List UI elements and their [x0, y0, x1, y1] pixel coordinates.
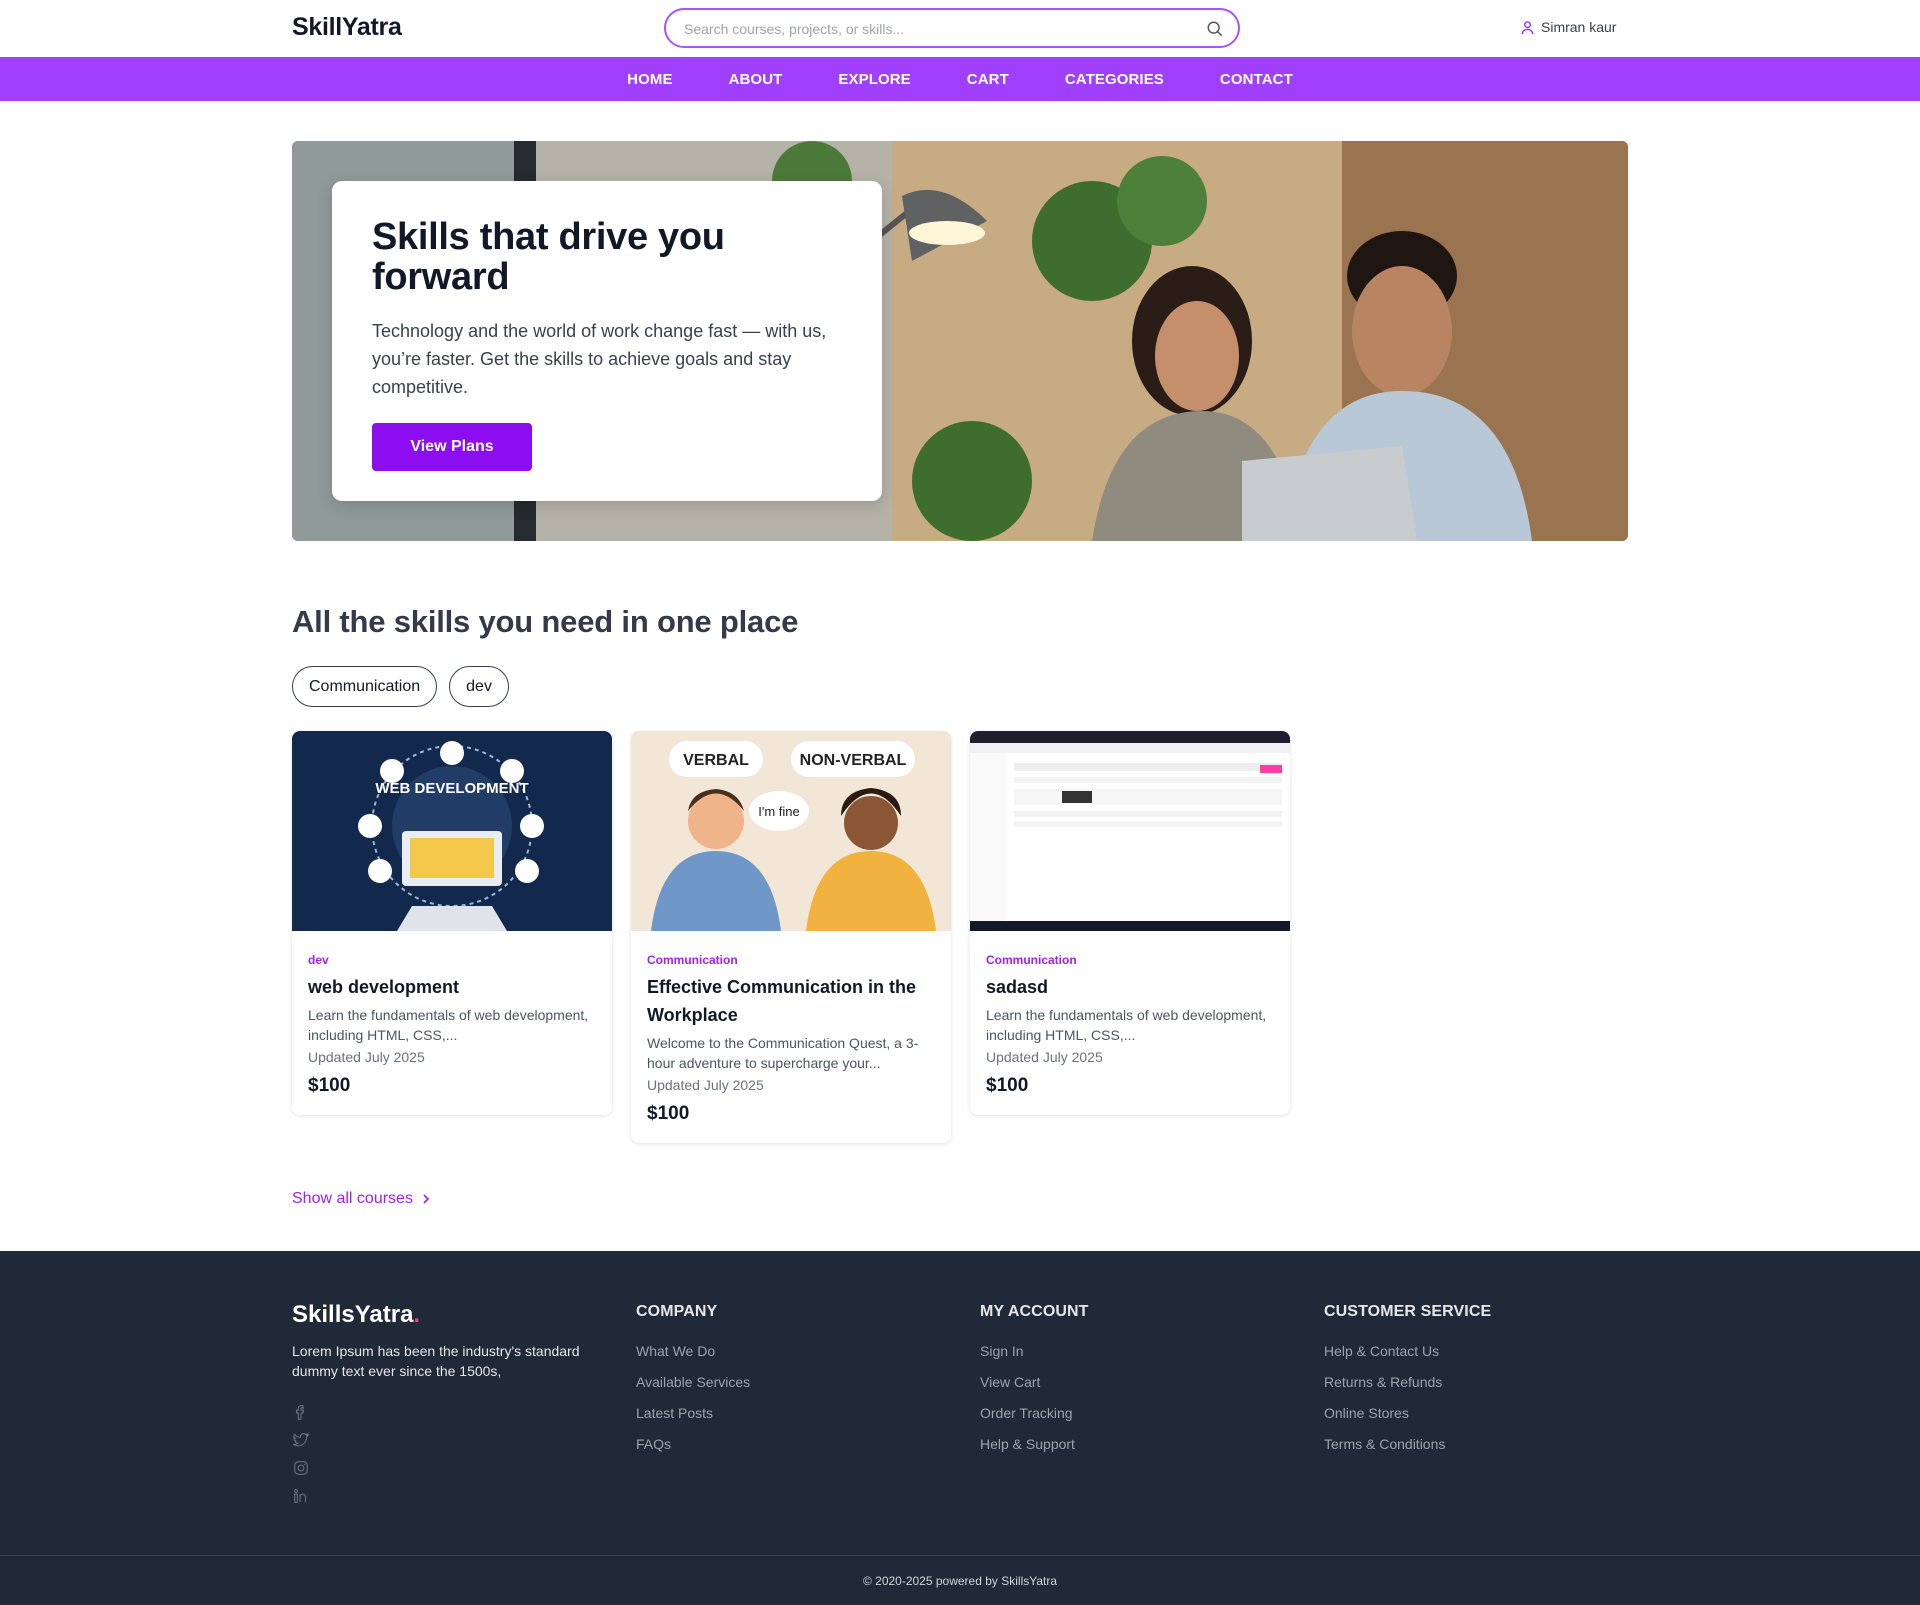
twitter-icon[interactable] — [292, 1431, 310, 1449]
footer-link[interactable]: Order Tracking — [980, 1405, 1089, 1421]
user-name: Simran kaur — [1541, 19, 1617, 35]
search-icon[interactable] — [1206, 20, 1224, 38]
course-updated: Updated July 2025 — [308, 1049, 425, 1065]
course-card[interactable]: WEB DEVELOPMENT dev web development Lear… — [292, 731, 612, 1115]
skills-section-title: All the skills you need in one place — [292, 604, 799, 639]
view-plans-button[interactable]: View Plans — [372, 423, 532, 471]
chip-dev[interactable]: dev — [449, 666, 509, 707]
course-category: Communication — [647, 953, 738, 967]
show-all-label: Show all courses — [292, 1190, 413, 1207]
course-price: $100 — [308, 1075, 351, 1096]
course-thumbnail: VERBAL NON-VERBAL I'm fine — [631, 731, 951, 931]
category-chips: Communication dev — [292, 666, 509, 707]
course-title[interactable]: Effective Communication in the Workplace — [647, 973, 935, 1029]
user-menu[interactable]: Simran kaur — [1520, 19, 1616, 35]
thumbnail-caption-nonverbal: NON-VERBAL — [800, 752, 907, 769]
course-category: dev — [308, 953, 329, 967]
thumbnail-caption-verbal: VERBAL — [683, 752, 749, 769]
linkedin-icon[interactable] — [292, 1487, 310, 1505]
footer-link[interactable]: Available Services — [636, 1374, 750, 1390]
course-price: $100 — [986, 1075, 1029, 1096]
course-thumbnail — [970, 731, 1290, 931]
nav-about[interactable]: ABOUT — [729, 71, 783, 88]
course-updated: Updated July 2025 — [647, 1077, 764, 1093]
course-description: Learn the fundamentals of web developmen… — [308, 1007, 589, 1043]
nav-cart[interactable]: CART — [967, 71, 1009, 88]
user-icon — [1521, 20, 1534, 34]
footer-link[interactable]: Sign In — [980, 1343, 1089, 1359]
chip-communication[interactable]: Communication — [292, 666, 438, 707]
footer-link[interactable]: Terms & Conditions — [1324, 1436, 1491, 1452]
footer-link[interactable]: FAQs — [636, 1436, 750, 1452]
social-links — [292, 1403, 310, 1505]
footer-column-my-account: MY ACCOUNT Sign In View Cart Order Track… — [980, 1303, 1089, 1467]
thumbnail-caption: WEB DEVELOPMENT — [375, 780, 528, 797]
hero-text: Technology and the world of work change … — [372, 321, 827, 397]
footer-column-title: MY ACCOUNT — [980, 1303, 1089, 1320]
nav-contact[interactable]: CONTACT — [1220, 71, 1293, 88]
footer: SkillsYatra. Lorem Ipsum has been the in… — [0, 1251, 1920, 1605]
facebook-icon[interactable] — [292, 1403, 310, 1421]
footer-link[interactable]: Returns & Refunds — [1324, 1374, 1491, 1390]
nav-categories[interactable]: CATEGORIES — [1065, 71, 1164, 88]
course-title[interactable]: web development — [308, 973, 596, 1001]
footer-link[interactable]: View Cart — [980, 1374, 1089, 1390]
instagram-icon[interactable] — [292, 1459, 310, 1477]
thumbnail-caption-speech: I'm fine — [758, 804, 800, 819]
hero-title: Skills that drive you forward — [372, 216, 725, 298]
nav-home[interactable]: HOME — [627, 71, 672, 88]
footer-column-title: COMPANY — [636, 1303, 718, 1320]
main-nav: HOME ABOUT EXPLORE CART CATEGORIES CONTA… — [0, 57, 1920, 101]
course-price: $100 — [647, 1103, 690, 1124]
top-bar: SkillYatra Simran kaur — [0, 0, 1920, 57]
footer-column-customer-service: CUSTOMER SERVICE Help & Contact Us Retur… — [1324, 1303, 1491, 1467]
footer-link[interactable]: Help & Support — [980, 1436, 1089, 1452]
course-thumbnail: WEB DEVELOPMENT — [292, 731, 612, 931]
course-description: Learn the fundamentals of web developmen… — [986, 1007, 1267, 1043]
course-updated: Updated July 2025 — [986, 1049, 1103, 1065]
footer-copyright: © 2020-2025 powered by SkillsYatra — [0, 1555, 1920, 1605]
footer-link[interactable]: Online Stores — [1324, 1405, 1491, 1421]
search-input[interactable] — [684, 19, 1184, 39]
search-box[interactable] — [664, 8, 1240, 48]
footer-column-title: CUSTOMER SERVICE — [1324, 1303, 1492, 1320]
course-card[interactable]: Communication sadasd Learn the fundament… — [970, 731, 1290, 1115]
footer-link[interactable]: Help & Contact Us — [1324, 1343, 1491, 1359]
course-category: Communication — [986, 953, 1077, 967]
site-logo[interactable]: SkillYatra — [292, 13, 402, 42]
show-all-courses-link[interactable]: Show all courses — [292, 1190, 431, 1208]
footer-about: Lorem Ipsum has been the industry's stan… — [292, 1343, 580, 1379]
hero-card: Skills that drive you forward Technology… — [332, 181, 882, 501]
course-title[interactable]: sadasd — [986, 973, 1274, 1001]
footer-logo[interactable]: SkillsYatra. — [292, 1301, 420, 1329]
page: SkillYatra Simran kaur HOME ABOUT EXPLOR… — [0, 0, 1920, 1605]
footer-link[interactable]: Latest Posts — [636, 1405, 750, 1421]
footer-link[interactable]: What We Do — [636, 1343, 750, 1359]
footer-column-company: COMPANY What We Do Available Services La… — [636, 1303, 750, 1467]
nav-explore[interactable]: EXPLORE — [838, 71, 910, 88]
chevron-right-icon — [423, 1194, 430, 1204]
course-description: Welcome to the Communication Quest, a 3-… — [647, 1035, 919, 1071]
hero-banner: Skills that drive you forward Technology… — [292, 141, 1628, 541]
course-card[interactable]: VERBAL NON-VERBAL I'm fine Communication… — [631, 731, 951, 1143]
